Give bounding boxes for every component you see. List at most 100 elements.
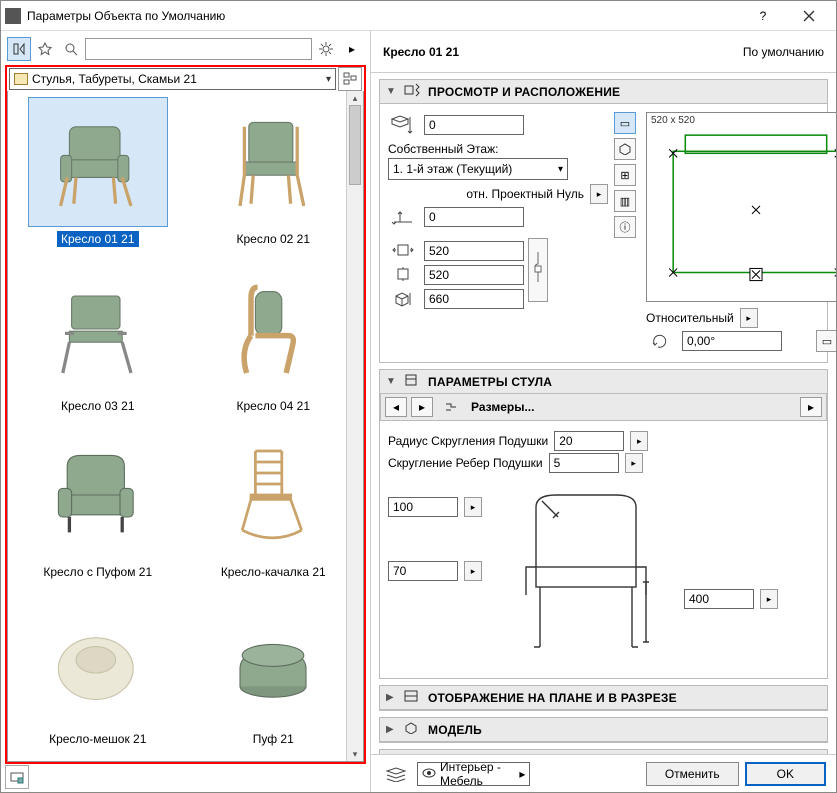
chair-thumbnail — [28, 597, 168, 727]
library-item[interactable]: Кресло-качалка 21 — [186, 426, 362, 593]
story-select[interactable]: 1. 1-й этаж (Текущий) ▾ — [388, 158, 568, 180]
plan-section-icon — [404, 690, 422, 705]
nav-next-button[interactable]: ▸ — [411, 397, 433, 417]
cancel-button[interactable]: Отменить — [646, 762, 739, 786]
edge-input[interactable] — [549, 453, 619, 473]
library-item[interactable]: Кресло с Пуфом 21 — [10, 426, 186, 593]
dimz-input[interactable] — [424, 289, 524, 309]
library-grid: Кресло 01 21 Кресло 02 21 Кресло 03 21 Крес… — [8, 91, 363, 761]
app-icon — [5, 8, 21, 24]
pwidth-stepper[interactable]: ▸ — [464, 497, 482, 517]
section-header-plan[interactable]: ▶ ОТОБРАЖЕНИЕ НА ПЛАНЕ И В РАЗРЕЗЕ — [380, 686, 827, 710]
dimz-icon — [388, 288, 418, 310]
disclosure-open-icon: ▼ — [386, 376, 398, 387]
layer-icon — [381, 763, 411, 785]
ok-button[interactable]: OK — [745, 762, 826, 786]
scroll-down-icon[interactable]: ▾ — [347, 747, 363, 761]
preview-icon — [404, 83, 422, 100]
section-header-model[interactable]: ▶ МОДЕЛЬ — [380, 718, 827, 742]
mirror-x-button[interactable]: ▭ — [816, 330, 836, 352]
disclosure-open-icon: ▼ — [386, 86, 398, 97]
window-title: Параметры Объекта по Умолчанию — [27, 9, 740, 23]
chair-thumbnail — [28, 264, 168, 394]
elevation-input[interactable] — [424, 115, 524, 135]
search-button[interactable] — [59, 37, 83, 61]
radius-input[interactable] — [554, 431, 624, 451]
view-plan-button[interactable]: ▭ — [614, 112, 636, 134]
chair-thumbnail — [203, 430, 343, 560]
library-item-label: Кресло с Пуфом 21 — [39, 564, 156, 580]
chair-thumbnail — [203, 264, 343, 394]
library-item[interactable]: Кресло 02 21 — [186, 93, 362, 260]
folder-tree-button[interactable] — [338, 67, 362, 91]
library-item[interactable]: Кресло 03 21 — [10, 260, 186, 427]
section-header-preview[interactable]: ▼ ПРОСМОТР И РАСПОЛОЖЕНИЕ — [380, 80, 827, 104]
rot-label: Относительный — [646, 311, 734, 325]
projzero-label: отн. Проектный Нуль — [466, 187, 584, 201]
default-label: По умолчанию — [743, 45, 824, 59]
rot-mode-stepper[interactable]: ▸ — [740, 308, 758, 328]
layer-select[interactable]: Интерьер - Мебель ▸ — [417, 762, 530, 786]
library-item-label: Кресло 02 21 — [232, 231, 314, 247]
scrollbar[interactable]: ▴ ▾ — [346, 91, 363, 761]
search-input[interactable] — [85, 38, 312, 60]
chair-thumbnail — [28, 97, 168, 227]
chair-diagram — [506, 487, 676, 670]
view-side-button[interactable]: ▥ — [614, 190, 636, 212]
projzero-stepper[interactable]: ▸ — [590, 184, 608, 204]
favorite-button[interactable] — [33, 37, 57, 61]
library-item[interactable]: Пуф 21 — [186, 593, 362, 760]
edge-label: Скругление Ребер Подушки — [388, 456, 543, 470]
pdepth-stepper[interactable]: ▸ — [464, 561, 482, 581]
story-label: Собственный Этаж: — [388, 142, 498, 156]
disclosure-closed-icon: ▶ — [386, 724, 398, 735]
library-item[interactable]: Кресло-мешок 21 — [10, 593, 186, 760]
close-button[interactable] — [786, 1, 832, 31]
pheight-input[interactable] — [684, 589, 754, 609]
radius-stepper[interactable]: ▸ — [630, 431, 648, 451]
nav-prev-button[interactable]: ◂ — [385, 397, 407, 417]
library-item-label: Пуф 21 — [249, 731, 298, 747]
folder-select[interactable]: Стулья, Табуреты, Скамьи 21 ▾ — [9, 68, 336, 90]
nav-menu-button[interactable]: ▸ — [800, 397, 822, 417]
radius-label: Радиус Скругления Подушки — [388, 434, 548, 448]
dimx-input[interactable] — [424, 241, 524, 261]
projzero-input[interactable] — [424, 207, 524, 227]
dimy-icon — [388, 264, 418, 286]
edge-stepper[interactable]: ▸ — [625, 453, 643, 473]
dimx-icon — [388, 240, 418, 262]
view-3d-button[interactable] — [614, 138, 636, 160]
chair-section-icon — [404, 373, 422, 390]
settings-gear-button[interactable] — [314, 37, 338, 61]
library-view-button[interactable] — [7, 37, 31, 61]
object-name: Кресло 01 21 — [383, 45, 743, 59]
expand-arrow-button[interactable]: ▸ — [340, 37, 364, 61]
info-button[interactable]: ⓘ — [614, 216, 636, 238]
pdepth-input[interactable] — [388, 561, 458, 581]
folder-icon — [14, 73, 28, 85]
rot-input[interactable] — [682, 331, 782, 351]
eye-icon — [422, 767, 436, 781]
scroll-up-icon[interactable]: ▴ — [347, 91, 363, 105]
library-item[interactable]: Кресло 01 21 — [10, 93, 186, 260]
link-dimensions-button[interactable] — [528, 238, 548, 302]
help-button[interactable]: ? — [740, 1, 786, 31]
dimy-input[interactable] — [424, 265, 524, 285]
library-manager-button[interactable] — [5, 765, 29, 789]
chair-thumbnail — [203, 597, 343, 727]
plan-preview: 520 x 520 — [646, 112, 836, 302]
view-front-button[interactable]: ⊞ — [614, 164, 636, 186]
chair-thumbnail — [203, 97, 343, 227]
library-item-label: Кресло-качалка 21 — [217, 564, 330, 580]
nav-icon — [437, 396, 467, 418]
chevron-right-icon: ▸ — [519, 767, 525, 781]
section-header-chair[interactable]: ▼ ПАРАМЕТРЫ СТУЛА — [380, 370, 827, 394]
rot-icon — [646, 330, 676, 352]
scroll-thumb[interactable] — [349, 105, 361, 185]
pheight-stepper[interactable]: ▸ — [760, 589, 778, 609]
library-item-label: Кресло 04 21 — [232, 398, 314, 414]
library-item[interactable]: Кресло 04 21 — [186, 260, 362, 427]
section-title-plan: ОТОБРАЖЕНИЕ НА ПЛАНЕ И В РАЗРЕЗЕ — [428, 691, 677, 705]
pwidth-input[interactable] — [388, 497, 458, 517]
chevron-down-icon: ▾ — [558, 164, 563, 175]
